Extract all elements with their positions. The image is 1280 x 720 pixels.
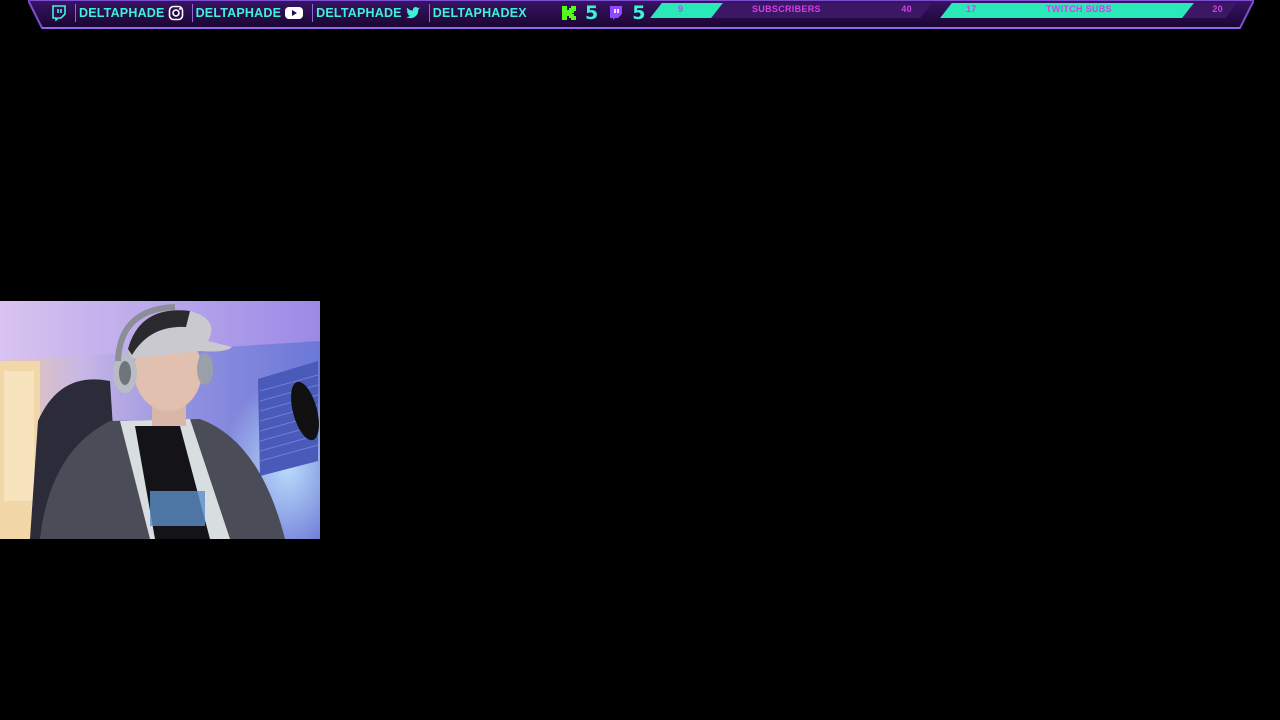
twitter-handle: DELTAPHADEX <box>432 6 527 20</box>
webcam-image <box>0 301 320 539</box>
instagram-handle: DELTAPHADE <box>195 6 282 20</box>
goal-target: 40 <box>901 4 912 14</box>
twitch-icon <box>51 5 67 21</box>
separator <box>428 4 430 22</box>
stream-overlay-bar: DELTAPHADE DELTAPHADE DELTAPHADE DELTAPH… <box>28 0 1254 30</box>
separator <box>312 4 314 22</box>
social-youtube[interactable]: DELTAPHADE <box>281 3 402 23</box>
goal-current: 9 <box>678 4 684 14</box>
twitter-icon <box>405 5 421 21</box>
kick-icon <box>561 5 577 21</box>
social-handles: DELTAPHADE DELTAPHADE DELTAPHADE DELTAPH… <box>48 3 527 23</box>
twitch-icon <box>608 5 624 21</box>
kick-count: 5 <box>585 2 599 24</box>
twitch-handle: DELTAPHADE <box>79 6 165 20</box>
social-twitch[interactable]: DELTAPHADE <box>48 3 165 23</box>
goal-current: 17 <box>966 4 977 14</box>
social-twitter[interactable]: DELTAPHADEX <box>402 3 527 23</box>
webcam-feed <box>0 301 320 539</box>
goal-label: SUBSCRIBERS <box>752 4 821 14</box>
goal-target: 20 <box>1212 4 1223 14</box>
twitch-count: 5 <box>632 2 646 24</box>
youtube-icon <box>284 5 304 21</box>
goal-label: TWITCH SUBS <box>1046 4 1112 14</box>
follower-counters: 5 5 <box>558 2 652 24</box>
goal-fill <box>650 3 723 18</box>
separator <box>191 4 193 22</box>
subscribers-goal-bar: 9 SUBSCRIBERS 40 <box>650 3 932 18</box>
social-instagram[interactable]: DELTAPHADE <box>165 3 282 23</box>
youtube-handle: DELTAPHADE <box>316 6 402 20</box>
separator <box>75 4 76 22</box>
twitch-subs-goal-bar: 17 TWITCH SUBS 20 <box>940 3 1237 18</box>
instagram-icon <box>168 5 184 21</box>
